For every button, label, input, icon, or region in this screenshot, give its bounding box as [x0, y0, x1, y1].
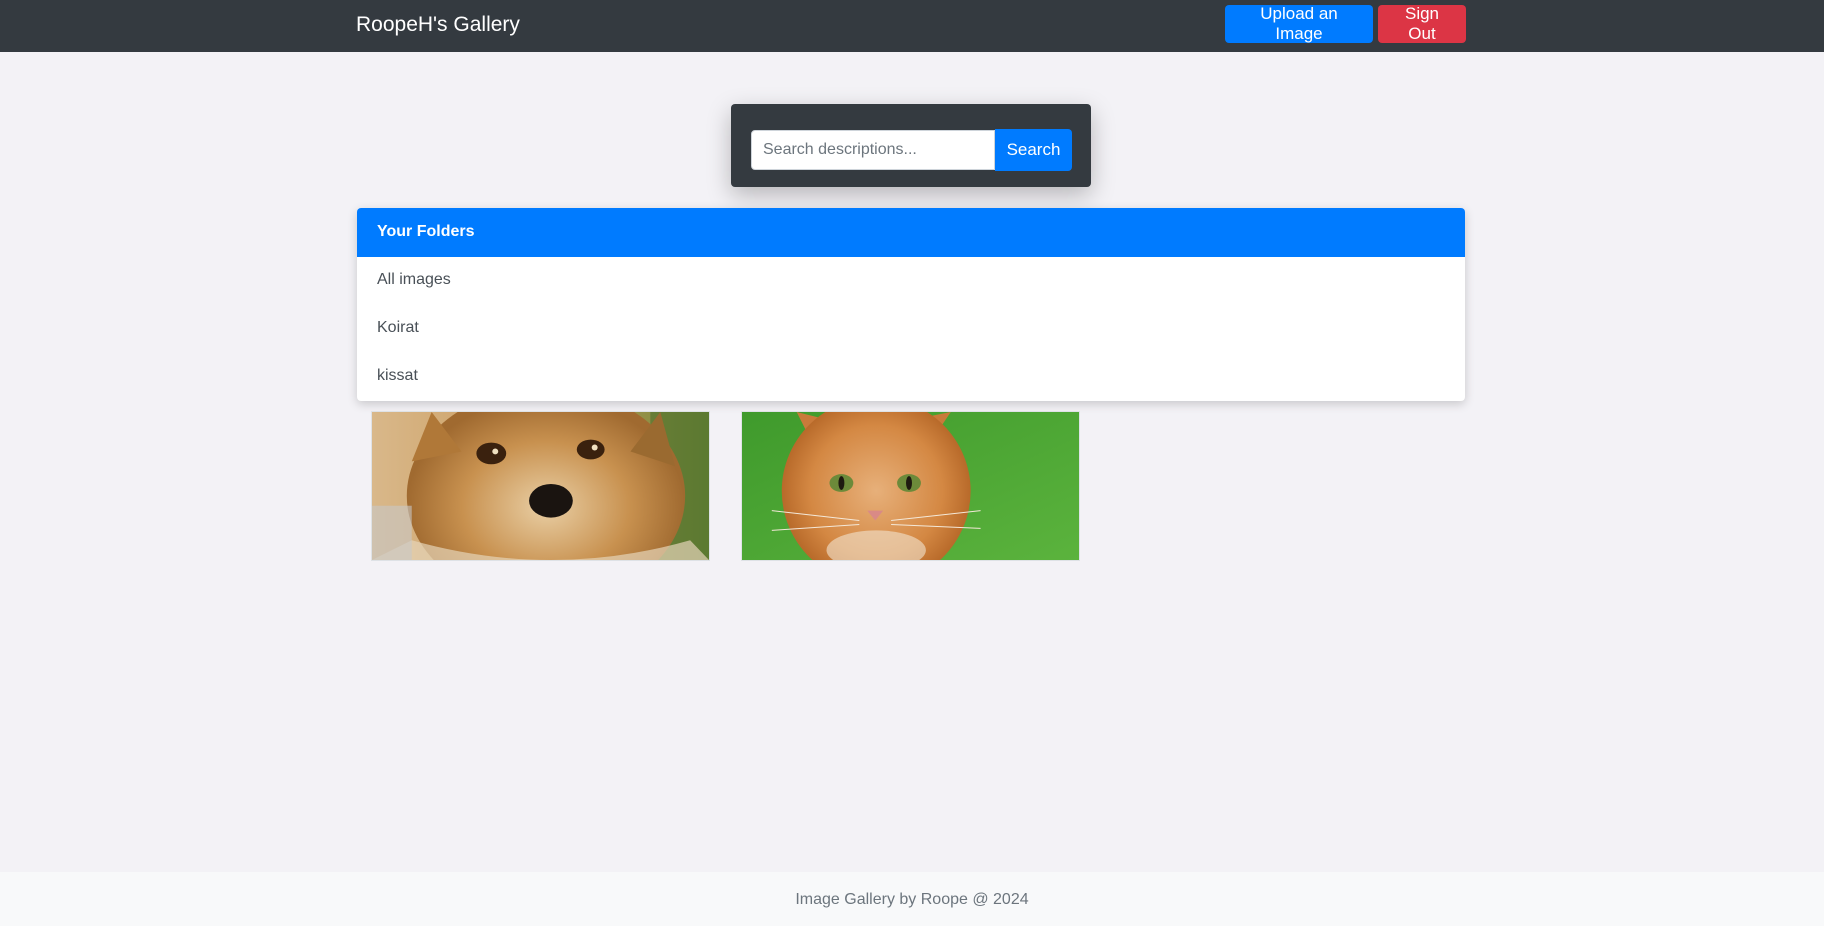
brand-title[interactable]: RoopeH's Gallery [356, 12, 520, 38]
folders-header: Your Folders [357, 208, 1465, 257]
dog-photo [372, 412, 709, 560]
gallery-image-dog[interactable] [371, 411, 710, 561]
search-button[interactable]: Search [995, 129, 1072, 171]
search-input[interactable] [751, 130, 995, 170]
search-panel: Search [731, 104, 1091, 187]
folder-item-koirat[interactable]: Koirat [357, 305, 1465, 353]
folder-item-kissat[interactable]: kissat [357, 353, 1465, 401]
folders-card: Your Folders All images Koirat kissat [357, 208, 1465, 401]
gallery-image-cat[interactable] [741, 411, 1080, 561]
footer-text: Image Gallery by Roope @ 2024 [795, 891, 1029, 908]
nav-actions: Upload an Image Sign Out [1225, 4, 1466, 43]
folder-item-all-images[interactable]: All images [357, 257, 1465, 305]
sign-out-button[interactable]: Sign Out [1378, 4, 1466, 43]
page-footer: Image Gallery by Roope @ 2024 [0, 872, 1824, 926]
cat-photo [742, 412, 1079, 560]
top-navbar: RoopeH's Gallery Upload an Image Sign Ou… [0, 0, 1824, 52]
upload-image-button[interactable]: Upload an Image [1225, 4, 1373, 43]
